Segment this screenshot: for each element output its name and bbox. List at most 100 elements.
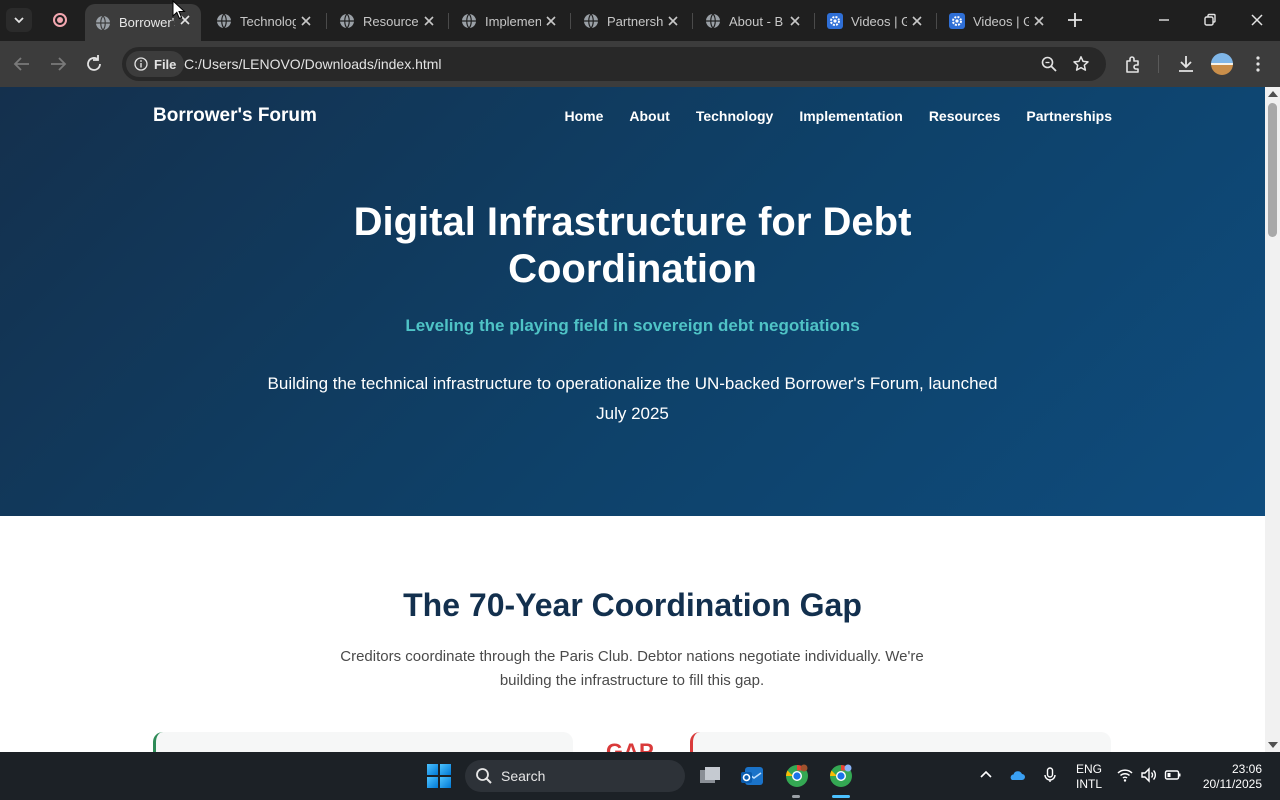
tab-title: Videos | G [973, 13, 1029, 29]
wifi-icon[interactable] [1116, 766, 1134, 784]
close-icon[interactable] [1031, 13, 1047, 29]
url-text[interactable]: C:/Users/LENOVO/Downloads/index.html [184, 56, 442, 72]
site-chip-label: File [154, 56, 177, 72]
chrome-profile-app-icon[interactable] [828, 763, 854, 789]
tab-technology[interactable]: Technology [206, 5, 322, 37]
tab-search-button[interactable] [6, 8, 32, 32]
debtors-card [690, 732, 1111, 752]
gear-badge-icon [949, 13, 965, 29]
tab-about[interactable]: About - B [695, 5, 811, 37]
nav-resources[interactable]: Resources [929, 108, 1001, 124]
tab-title: Technology [240, 13, 296, 29]
tab-separator [814, 13, 815, 29]
globe-icon [96, 15, 110, 30]
globe-icon [706, 13, 720, 29]
tab-implementation[interactable]: Implementation [451, 5, 567, 37]
clock[interactable]: 23:06 20/11/2025 [1196, 762, 1262, 792]
lang-code: ENG [1076, 762, 1103, 776]
hero-title-line2: Coordination [508, 247, 757, 291]
extensions-puzzle-icon[interactable] [1122, 53, 1144, 75]
globe-icon [217, 13, 231, 29]
globe-icon [584, 13, 598, 29]
tab-resources[interactable]: Resources [329, 5, 445, 37]
close-icon[interactable] [787, 13, 803, 29]
scroll-up-arrow-icon[interactable] [1268, 91, 1278, 97]
nav-technology[interactable]: Technology [696, 108, 774, 124]
tab-videos-2[interactable]: Videos | G [939, 5, 1055, 37]
tab-separator [570, 13, 571, 29]
page-scrollbar[interactable] [1265, 87, 1280, 752]
tab-title: About - B [729, 13, 784, 29]
nav-implementation[interactable]: Implementation [799, 108, 902, 124]
tab-strip: Borrower's Forum Technology Resources Im… [0, 0, 1280, 41]
zoom-magnifier-icon[interactable] [1040, 55, 1058, 73]
task-view-icon[interactable] [697, 763, 723, 789]
bookmark-star-icon[interactable] [1072, 55, 1090, 73]
hero-section: Borrower's Forum Home About Technology I… [0, 87, 1265, 516]
close-icon[interactable] [909, 13, 925, 29]
tab-videos-1[interactable]: Videos | G [817, 5, 933, 37]
mouse-pointer-icon [172, 0, 186, 20]
info-icon [134, 57, 148, 71]
onedrive-cloud-icon[interactable] [1008, 766, 1026, 784]
main-nav: Home About Technology Implementation Res… [564, 108, 1112, 124]
tab-title: Partnerships [607, 13, 663, 29]
taskbar-search[interactable]: Search [465, 760, 685, 792]
toolbar-separator [1158, 55, 1159, 73]
app-active-indicator [832, 795, 850, 798]
close-icon[interactable] [665, 13, 681, 29]
chrome-app-icon[interactable] [784, 763, 810, 789]
globe-icon [462, 13, 476, 29]
input-language[interactable]: ENG INTL [1076, 762, 1102, 792]
tab-separator [448, 13, 449, 29]
more-menu-icon[interactable] [1247, 53, 1269, 75]
profile-avatar[interactable] [1211, 53, 1233, 75]
scroll-down-arrow-icon[interactable] [1268, 742, 1278, 748]
search-icon [476, 768, 492, 784]
record-icon [53, 13, 67, 27]
windows-start-icon[interactable] [427, 764, 451, 788]
tab-title: Resources [363, 13, 419, 29]
nav-about[interactable]: About [629, 108, 669, 124]
close-window-icon[interactable] [1247, 10, 1267, 30]
nav-home[interactable]: Home [564, 108, 603, 124]
reload-icon[interactable] [83, 53, 105, 75]
gap-label: GAP [606, 739, 654, 752]
tab-separator [326, 13, 327, 29]
address-bar[interactable]: File C:/Users/LENOVO/Downloads/index.htm… [122, 47, 1106, 81]
close-icon[interactable] [421, 13, 437, 29]
download-icon[interactable] [1175, 53, 1197, 75]
close-icon[interactable] [543, 13, 559, 29]
lang-layout: INTL [1076, 777, 1103, 791]
minimize-icon[interactable] [1154, 10, 1174, 30]
app-running-indicator [792, 795, 800, 798]
page-viewport: Borrower's Forum Home About Technology I… [0, 87, 1265, 752]
recording-tab[interactable] [46, 10, 74, 30]
globe-icon [340, 13, 354, 29]
clock-time: 23:06 [1231, 762, 1262, 776]
hero-description: Building the technical infrastructure to… [267, 374, 998, 423]
site-brand[interactable]: Borrower's Forum [153, 105, 317, 127]
clock-date: 20/11/2025 [1202, 777, 1262, 791]
hero-title: Digital Infrastructure for Debt Coordina… [0, 199, 1265, 293]
scroll-thumb[interactable] [1268, 103, 1277, 237]
battery-icon[interactable] [1164, 766, 1182, 784]
tab-partnerships[interactable]: Partnerships [573, 5, 689, 37]
section-title: The 70-Year Coordination Gap [403, 587, 862, 623]
site-info-chip[interactable]: File [126, 51, 185, 77]
outlook-app-icon[interactable] [739, 763, 765, 789]
chevron-up-icon[interactable] [977, 766, 995, 784]
windows-taskbar: Search ENG INTL 23:06 20/11/2025 [0, 752, 1280, 800]
new-tab-plus-icon[interactable] [1066, 11, 1084, 29]
tab-title: Videos | G [851, 13, 907, 29]
gear-badge-icon [827, 13, 843, 29]
back-arrow-icon[interactable] [11, 53, 33, 75]
nav-partnerships[interactable]: Partnerships [1026, 108, 1112, 124]
creditors-card [153, 732, 573, 752]
forward-arrow-icon[interactable] [47, 53, 69, 75]
restore-icon[interactable] [1200, 10, 1220, 30]
volume-icon[interactable] [1140, 766, 1158, 784]
hero-tagline: Leveling the playing field in sovereign … [405, 316, 860, 335]
close-icon[interactable] [298, 13, 314, 29]
microphone-icon[interactable] [1041, 766, 1059, 784]
